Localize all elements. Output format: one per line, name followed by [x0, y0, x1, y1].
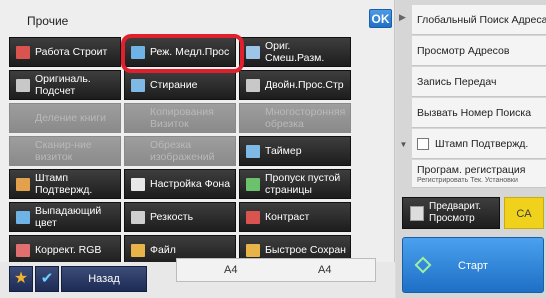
function-button-6[interactable]: Двойн.Прос.Стр	[239, 70, 351, 100]
function-button-label: Обрезка изображений	[150, 139, 215, 163]
function-button-10: Сканир-ние визиток	[9, 136, 121, 166]
function-button-label: Коррект. RGB	[35, 244, 102, 256]
function-button-label: Выпадающий цвет	[35, 205, 102, 229]
function-button-15[interactable]: Пропуск пустой страницы	[239, 169, 351, 199]
function-button-17[interactable]: Резкость	[124, 202, 236, 232]
side-item-verification-stamp[interactable]: Штамп Подтвержд.	[412, 129, 546, 159]
function-button-19[interactable]: Коррект. RGB	[9, 235, 121, 265]
function-button-label: Копирования Визиток	[150, 106, 214, 130]
favorite-star-button[interactable]: ★	[9, 266, 33, 292]
function-button-label: Пропуск пустой страницы	[265, 172, 341, 196]
stamp-icon	[16, 178, 30, 191]
function-button-label: Деление книги	[35, 112, 106, 124]
panel-title: Прочие	[27, 14, 69, 28]
check-button[interactable]: ✔	[35, 266, 59, 292]
highlight-frame	[121, 34, 244, 73]
function-button-11: Обрезка изображений	[124, 136, 236, 166]
stamp-checkbox[interactable]	[417, 137, 429, 150]
side-item-program-registration[interactable]: Програм. регистрация Регистрировать Тек.…	[412, 160, 546, 188]
function-button-8: Копирования Визиток	[124, 103, 236, 133]
function-button-9: Многосторонняя обрезка	[239, 103, 351, 133]
function-button-label: Резкость	[150, 211, 194, 223]
preview-icon	[410, 206, 424, 221]
function-button-14[interactable]: Настройка Фона	[124, 169, 236, 199]
function-button-label: Быстрое Сохран	[265, 244, 346, 256]
function-button-label: Двойн.Прос.Стр	[265, 79, 344, 91]
blank-skip-icon	[246, 178, 260, 191]
collapse-arrow-icon[interactable]: ▶	[399, 12, 409, 23]
sharpness-icon	[131, 211, 145, 224]
timer-icon	[246, 145, 260, 158]
function-button-label: Ориг. Смеш.Разм.	[265, 40, 325, 64]
paper-size-left: A4	[224, 264, 238, 276]
function-button-label: Контраст	[265, 211, 310, 223]
color-dropout-icon	[16, 211, 30, 224]
dual-page-icon	[246, 79, 260, 92]
erase-icon	[131, 79, 145, 92]
function-button-18[interactable]: Контраст	[239, 202, 351, 232]
function-button-label: Оригиналь. Подсчет	[35, 73, 91, 97]
function-button-label: Файл	[150, 244, 176, 256]
checkmark-icon: ✔	[40, 270, 54, 287]
function-button-1[interactable]: Работа Строит	[9, 37, 121, 67]
function-button-3[interactable]: Ориг. Смеш.Разм.	[239, 37, 351, 67]
original-count-icon	[16, 79, 30, 92]
function-button-7: Деление книги	[9, 103, 121, 133]
back-button[interactable]: Назад	[61, 266, 147, 292]
function-button-label: Таймер	[265, 145, 302, 157]
scroll-down-icon[interactable]: ▼	[397, 140, 410, 150]
paper-size-area	[176, 258, 376, 282]
function-button-label: Сканир-ние визиток	[35, 139, 92, 163]
rgb-adjust-icon	[16, 244, 30, 257]
preview-button[interactable]: Предварит. Просмотр	[402, 197, 500, 229]
function-button-4[interactable]: Оригиналь. Подсчет	[9, 70, 121, 100]
file-icon	[131, 244, 145, 257]
side-item-address-review[interactable]: Просмотр Адресов	[412, 36, 546, 66]
start-button[interactable]: Старт	[402, 237, 544, 293]
star-icon: ★	[13, 270, 29, 287]
quick-save-icon	[246, 244, 260, 257]
side-item-call-search-number[interactable]: Вызвать Номер Поиска	[412, 98, 546, 128]
mixed-size-icon	[246, 46, 260, 59]
function-button-label: Работа Строит	[35, 46, 108, 58]
function-button-13[interactable]: Штамп Подтвержд.	[9, 169, 121, 199]
ok-button[interactable]: OK	[369, 9, 392, 28]
function-button-label: Настройка Фона	[150, 178, 231, 190]
contrast-icon	[246, 211, 260, 224]
function-button-16[interactable]: Выпадающий цвет	[9, 202, 121, 232]
function-button-12[interactable]: Таймер	[239, 136, 351, 166]
function-button-label: Стирание	[150, 79, 198, 91]
clear-all-button[interactable]: CA	[504, 197, 544, 229]
function-button-label: Многосторонняя обрезка	[265, 106, 346, 130]
side-item-sending-history[interactable]: Запись Передач	[412, 67, 546, 97]
function-button-5[interactable]: Стирание	[124, 70, 236, 100]
side-item-global-address-search[interactable]: Глобальный Поиск Адреса	[412, 5, 546, 35]
background-icon	[131, 178, 145, 191]
paper-size-right: A4	[318, 264, 332, 276]
function-button-label: Штамп Подтвержд.	[35, 172, 93, 196]
job-build-icon	[16, 46, 30, 59]
